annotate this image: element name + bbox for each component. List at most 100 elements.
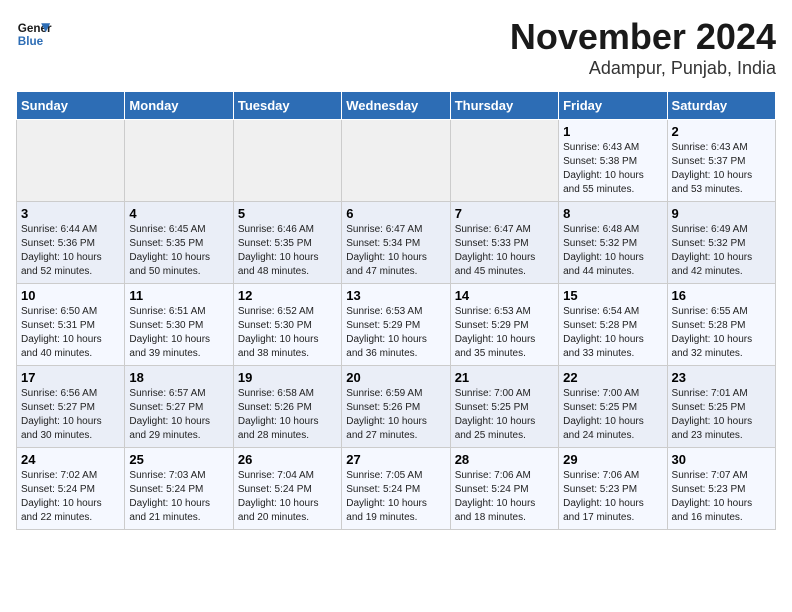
calendar-cell: 29Sunrise: 7:06 AM Sunset: 5:23 PM Dayli… xyxy=(559,448,667,530)
calendar-week-row: 1 Sunrise: 6:43 AM Sunset: 5:38 PM Daylig… xyxy=(17,120,776,202)
day-number: 20 xyxy=(346,370,445,385)
day-number: 28 xyxy=(455,452,554,467)
day-number: 14 xyxy=(455,288,554,303)
day-number: 16 xyxy=(672,288,771,303)
location-title: Adampur, Punjab, India xyxy=(510,58,776,79)
calendar-week-row: 3Sunrise: 6:44 AM Sunset: 5:36 PM Daylig… xyxy=(17,202,776,284)
day-number: 25 xyxy=(129,452,228,467)
calendar-cell: 17 Sunrise: 6:56 AM Sunset: 5:27 PM Dayli… xyxy=(17,366,125,448)
calendar-cell: 1 Sunrise: 6:43 AM Sunset: 5:38 PM Daylig… xyxy=(559,120,667,202)
day-info: Sunrise: 6:52 AM Sunset: 5:30 PM Dayligh… xyxy=(238,305,337,361)
day-info: Sunrise: 6:45 AM Sunset: 5:35 PM Dayligh… xyxy=(129,223,228,279)
day-info: Sunrise: 7:01 AM Sunset: 5:25 PM Dayligh… xyxy=(672,387,771,443)
day-number: 2 xyxy=(672,124,771,139)
day-number: 30 xyxy=(672,452,771,467)
calendar-week-row: 17 Sunrise: 6:56 AM Sunset: 5:27 PM Dayli… xyxy=(17,366,776,448)
day-number: 18 xyxy=(129,370,228,385)
calendar-table: SundayMondayTuesdayWednesdayThursdayFrid… xyxy=(16,91,776,530)
day-info: Sunrise: 6:59 AM Sunset: 5:26 PM Dayligh… xyxy=(346,387,445,443)
calendar-cell: 26Sunrise: 7:04 AM Sunset: 5:24 PM Dayli… xyxy=(233,448,341,530)
calendar-cell xyxy=(125,120,233,202)
calendar-cell: 6 Sunrise: 6:47 AM Sunset: 5:34 PM Daylig… xyxy=(342,202,450,284)
day-number: 4 xyxy=(129,206,228,221)
day-number: 19 xyxy=(238,370,337,385)
calendar-cell: 14 Sunrise: 6:53 AM Sunset: 5:29 PM Dayli… xyxy=(450,284,558,366)
day-number: 5 xyxy=(238,206,337,221)
day-number: 11 xyxy=(129,288,228,303)
calendar-cell: 23 Sunrise: 7:01 AM Sunset: 5:25 PM Dayli… xyxy=(667,366,775,448)
day-number: 6 xyxy=(346,206,445,221)
calendar-cell: 18 Sunrise: 6:57 AM Sunset: 5:27 PM Dayli… xyxy=(125,366,233,448)
day-info: Sunrise: 6:46 AM Sunset: 5:35 PM Dayligh… xyxy=(238,223,337,279)
day-number: 21 xyxy=(455,370,554,385)
calendar-cell: 11Sunrise: 6:51 AM Sunset: 5:30 PM Dayli… xyxy=(125,284,233,366)
calendar-cell xyxy=(17,120,125,202)
day-number: 17 xyxy=(21,370,120,385)
calendar-cell: 3Sunrise: 6:44 AM Sunset: 5:36 PM Daylig… xyxy=(17,202,125,284)
calendar-cell: 30 Sunrise: 7:07 AM Sunset: 5:23 PM Dayli… xyxy=(667,448,775,530)
day-number: 27 xyxy=(346,452,445,467)
calendar-cell: 22 Sunrise: 7:00 AM Sunset: 5:25 PM Dayli… xyxy=(559,366,667,448)
day-number: 26 xyxy=(238,452,337,467)
calendar-cell xyxy=(233,120,341,202)
day-info: Sunrise: 6:47 AM Sunset: 5:34 PM Dayligh… xyxy=(346,223,445,279)
logo-icon: General Blue xyxy=(16,16,52,52)
calendar-cell: 12 Sunrise: 6:52 AM Sunset: 5:30 PM Dayli… xyxy=(233,284,341,366)
day-number: 22 xyxy=(563,370,662,385)
day-info: Sunrise: 6:54 AM Sunset: 5:28 PM Dayligh… xyxy=(563,305,662,361)
day-info: Sunrise: 6:48 AM Sunset: 5:32 PM Dayligh… xyxy=(563,223,662,279)
calendar-cell: 21 Sunrise: 7:00 AM Sunset: 5:25 PM Dayli… xyxy=(450,366,558,448)
weekday-header: Friday xyxy=(559,92,667,120)
day-number: 13 xyxy=(346,288,445,303)
day-number: 12 xyxy=(238,288,337,303)
calendar-cell: 13 Sunrise: 6:53 AM Sunset: 5:29 PM Dayli… xyxy=(342,284,450,366)
day-number: 23 xyxy=(672,370,771,385)
day-info: Sunrise: 7:02 AM Sunset: 5:24 PM Dayligh… xyxy=(21,469,120,525)
calendar-week-row: 24 Sunrise: 7:02 AM Sunset: 5:24 PM Dayli… xyxy=(17,448,776,530)
calendar-cell xyxy=(342,120,450,202)
logo: General Blue xyxy=(16,16,52,52)
calendar-cell: 4 Sunrise: 6:45 AM Sunset: 5:35 PM Daylig… xyxy=(125,202,233,284)
day-number: 29 xyxy=(563,452,662,467)
weekday-header: Saturday xyxy=(667,92,775,120)
day-info: Sunrise: 6:49 AM Sunset: 5:32 PM Dayligh… xyxy=(672,223,771,279)
day-info: Sunrise: 7:05 AM Sunset: 5:24 PM Dayligh… xyxy=(346,469,445,525)
calendar-cell: 28 Sunrise: 7:06 AM Sunset: 5:24 PM Dayli… xyxy=(450,448,558,530)
day-info: Sunrise: 6:53 AM Sunset: 5:29 PM Dayligh… xyxy=(455,305,554,361)
calendar-cell: 20 Sunrise: 6:59 AM Sunset: 5:26 PM Dayli… xyxy=(342,366,450,448)
day-info: Sunrise: 7:00 AM Sunset: 5:25 PM Dayligh… xyxy=(455,387,554,443)
calendar-cell: 25 Sunrise: 7:03 AM Sunset: 5:24 PM Dayli… xyxy=(125,448,233,530)
day-info: Sunrise: 6:53 AM Sunset: 5:29 PM Dayligh… xyxy=(346,305,445,361)
day-number: 24 xyxy=(21,452,120,467)
calendar-cell: 8 Sunrise: 6:48 AM Sunset: 5:32 PM Daylig… xyxy=(559,202,667,284)
day-number: 1 xyxy=(563,124,662,139)
weekday-header: Thursday xyxy=(450,92,558,120)
title-section: November 2024 Adampur, Punjab, India xyxy=(510,16,776,79)
day-info: Sunrise: 6:43 AM Sunset: 5:38 PM Dayligh… xyxy=(563,141,662,197)
calendar-cell: 19 Sunrise: 6:58 AM Sunset: 5:26 PM Dayli… xyxy=(233,366,341,448)
calendar-cell: 15Sunrise: 6:54 AM Sunset: 5:28 PM Dayli… xyxy=(559,284,667,366)
day-info: Sunrise: 6:58 AM Sunset: 5:26 PM Dayligh… xyxy=(238,387,337,443)
day-info: Sunrise: 6:57 AM Sunset: 5:27 PM Dayligh… xyxy=(129,387,228,443)
calendar-cell: 9Sunrise: 6:49 AM Sunset: 5:32 PM Daylig… xyxy=(667,202,775,284)
day-info: Sunrise: 7:07 AM Sunset: 5:23 PM Dayligh… xyxy=(672,469,771,525)
weekday-header: Wednesday xyxy=(342,92,450,120)
page-header: General Blue November 2024 Adampur, Punj… xyxy=(16,16,776,79)
svg-text:Blue: Blue xyxy=(18,35,44,48)
weekday-header: Sunday xyxy=(17,92,125,120)
calendar-cell: 2 Sunrise: 6:43 AM Sunset: 5:37 PM Daylig… xyxy=(667,120,775,202)
day-info: Sunrise: 7:06 AM Sunset: 5:24 PM Dayligh… xyxy=(455,469,554,525)
weekday-header: Monday xyxy=(125,92,233,120)
weekday-header-row: SundayMondayTuesdayWednesdayThursdayFrid… xyxy=(17,92,776,120)
day-info: Sunrise: 7:00 AM Sunset: 5:25 PM Dayligh… xyxy=(563,387,662,443)
day-info: Sunrise: 6:56 AM Sunset: 5:27 PM Dayligh… xyxy=(21,387,120,443)
day-info: Sunrise: 7:03 AM Sunset: 5:24 PM Dayligh… xyxy=(129,469,228,525)
day-number: 7 xyxy=(455,206,554,221)
day-number: 8 xyxy=(563,206,662,221)
day-info: Sunrise: 6:43 AM Sunset: 5:37 PM Dayligh… xyxy=(672,141,771,197)
day-info: Sunrise: 6:44 AM Sunset: 5:36 PM Dayligh… xyxy=(21,223,120,279)
weekday-header: Tuesday xyxy=(233,92,341,120)
calendar-cell: 5 Sunrise: 6:46 AM Sunset: 5:35 PM Daylig… xyxy=(233,202,341,284)
month-title: November 2024 xyxy=(510,16,776,58)
calendar-cell: 7Sunrise: 6:47 AM Sunset: 5:33 PM Daylig… xyxy=(450,202,558,284)
